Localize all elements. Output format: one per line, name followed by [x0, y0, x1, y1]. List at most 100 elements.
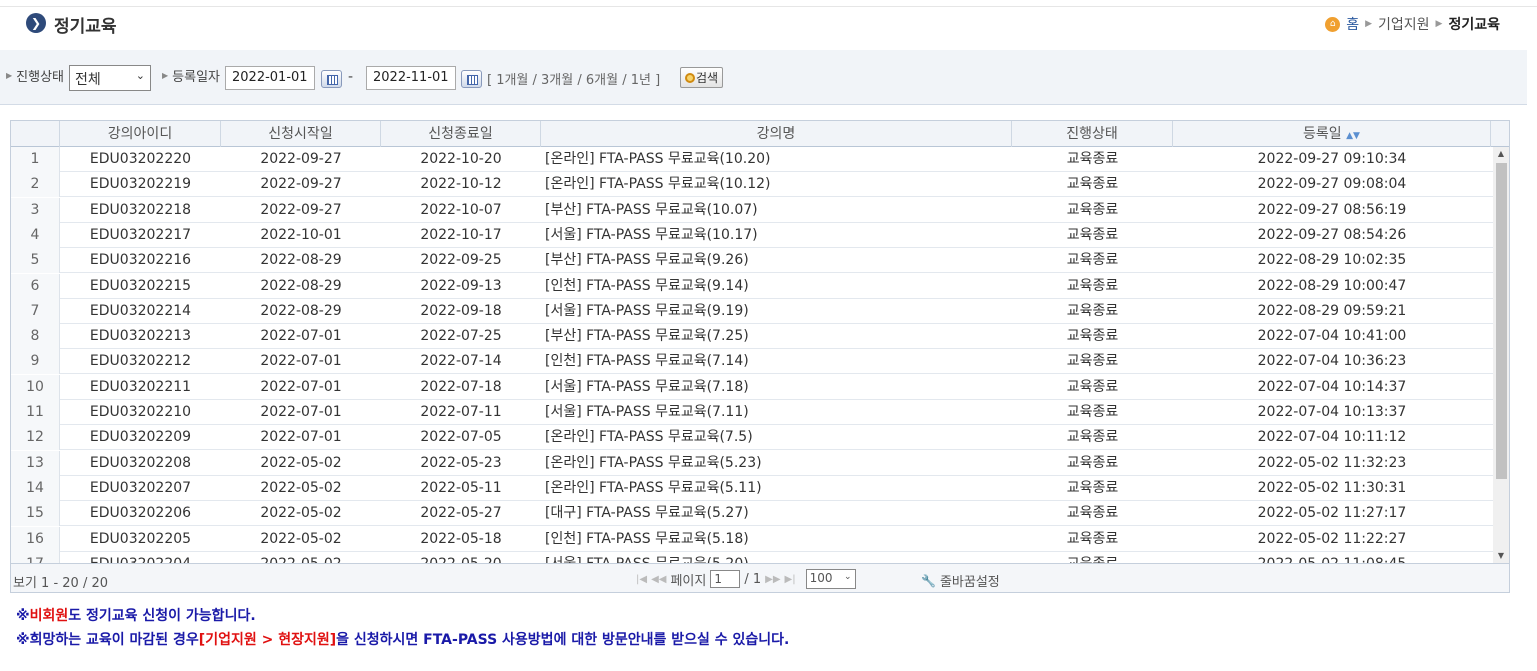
- row-number: 7: [11, 298, 60, 324]
- table-row[interactable]: 12 EDU03202209 2022-07-01 2022-07-05 [온라인] F…: [11, 425, 1493, 451]
- row-number: 4: [11, 222, 60, 248]
- first-page-icon[interactable]: |◀: [636, 574, 647, 585]
- header-course-id[interactable]: 강의아이디: [60, 121, 221, 147]
- header-course-name[interactable]: 강의명: [541, 121, 1012, 147]
- cell-reg-date: 2022-05-02 11:22:27: [1257, 530, 1407, 547]
- cell-course-name: [온라인] FTA-PASS 무료교육(7.5): [545, 429, 753, 446]
- cell-apply-start: 2022-05-02: [260, 454, 342, 471]
- page-total: / 1: [744, 571, 762, 587]
- calendar-icon[interactable]: [321, 70, 342, 88]
- table-row[interactable]: 6 EDU03202215 2022-08-29 2022-09-13 [인천] FTA…: [11, 273, 1493, 299]
- cell-course-name: [인천] FTA-PASS 무료교육(9.14): [545, 277, 749, 294]
- cell-reg-date: 2022-07-04 10:41:00: [1257, 328, 1407, 345]
- page-input[interactable]: 1: [710, 570, 741, 588]
- period-shortcuts[interactable]: [ 1개월 / 3개월 / 6개월 / 1년 ]: [487, 69, 660, 88]
- calendar-icon[interactable]: [461, 70, 482, 88]
- breadcrumb-separator-icon: ▶: [1365, 19, 1373, 29]
- chevron-down-icon: ⌄: [844, 572, 852, 582]
- next-page-icon[interactable]: ▶▶: [765, 574, 780, 585]
- cell-apply-start: 2022-05-02: [221, 552, 381, 563]
- cell-course-name: [서울] FTA-PASS 무료교육(7.11): [545, 404, 749, 420]
- header-apply-end[interactable]: 신청종료일: [381, 121, 541, 147]
- cell-apply-end: 2022-05-11: [420, 479, 502, 496]
- cell-reg-date: 2022-07-04 10:11:12: [1257, 429, 1407, 446]
- row-number: 17: [11, 551, 60, 563]
- table-row[interactable]: 4 EDU03202217 2022-10-01 2022-10-17 [서울] FTA…: [11, 222, 1493, 248]
- table-row[interactable]: 10 EDU03202211 2022-07-01 2022-07-18 [서울] FT…: [11, 374, 1493, 400]
- cell-apply-end: 2022-09-18: [420, 302, 502, 319]
- table-row[interactable]: 17EDU032022042022-05-022022-05-20[서울] FT…: [11, 551, 1493, 563]
- table-row[interactable]: 1 EDU03202220 2022-09-27 2022-10-20 [온라인] FT…: [11, 147, 1493, 172]
- row-number: 10: [11, 374, 60, 400]
- cell-apply-start: 2022-09-27: [260, 176, 342, 193]
- breadcrumb-current: 정기교육: [1448, 17, 1500, 33]
- cell-status: 교육종료: [1066, 176, 1119, 193]
- date-to-input[interactable]: 2022-11-01: [366, 66, 456, 90]
- cell-reg-date: 2022-08-29 09:59:21: [1257, 302, 1407, 319]
- scroll-down-icon[interactable]: ▼: [1493, 549, 1509, 563]
- header-status[interactable]: 진행상태: [1012, 121, 1173, 147]
- cell-apply-start: 2022-07-01: [260, 378, 342, 395]
- search-button[interactable]: 검색: [680, 67, 723, 88]
- page-size-select[interactable]: 100 ⌄: [805, 569, 856, 589]
- cell-course-id: EDU03202207: [89, 479, 192, 496]
- chevron-right-circle-icon: ❯: [26, 13, 46, 33]
- row-number: 8: [11, 324, 60, 350]
- wrap-setting-button[interactable]: 🔧 줄바꿈설정: [921, 571, 1000, 591]
- row-number: 15: [11, 501, 60, 527]
- cell-apply-start: 2022-05-02: [260, 479, 342, 496]
- table-row[interactable]: 15 EDU03202206 2022-05-02 2022-05-27 [대구] FT…: [11, 501, 1493, 527]
- cell-status: 교육종료: [1066, 530, 1119, 547]
- cell-status: 교육종료: [1066, 151, 1119, 167]
- table-row[interactable]: 5 EDU03202216 2022-08-29 2022-09-25 [부산] FTA…: [11, 248, 1493, 274]
- cell-course-id: EDU03202220: [89, 151, 192, 167]
- cell-course-id: EDU03202214: [89, 302, 192, 319]
- row-number: 5: [11, 248, 60, 274]
- last-page-icon[interactable]: ▶|: [785, 574, 796, 585]
- cell-course-id: EDU03202205: [89, 530, 192, 547]
- scroll-thumb[interactable]: [1496, 163, 1507, 479]
- date-range-dash: -: [348, 69, 354, 85]
- cell-apply-end: 2022-10-12: [420, 176, 502, 193]
- vertical-scrollbar[interactable]: ▲ ▼: [1493, 147, 1509, 563]
- cell-apply-end: 2022-05-20: [381, 552, 541, 563]
- table-row[interactable]: 14 EDU03202207 2022-05-02 2022-05-11 [온라인] F…: [11, 475, 1493, 501]
- cell-apply-end: 2022-09-13: [420, 277, 502, 294]
- cell-course-id: EDU03202208: [89, 454, 192, 471]
- notice-area: ※비회원도 정기교육 신청이 가능합니다. ※희망하는 교육이 마감된 경우[기…: [16, 606, 789, 654]
- cell-course-name: [서울] FTA-PASS 무료교육(10.17): [545, 226, 758, 243]
- cell-apply-end: 2022-10-20: [420, 151, 502, 167]
- cell-course-id: EDU03202206: [89, 505, 192, 522]
- table-row[interactable]: 11 EDU03202210 2022-07-01 2022-07-11 [서울] FT…: [11, 400, 1493, 425]
- table-row[interactable]: 13 EDU03202208 2022-05-02 2022-05-23 [온라인] F…: [11, 450, 1493, 476]
- table-row[interactable]: 7 EDU03202214 2022-08-29 2022-09-18 [서울] FTA…: [11, 298, 1493, 324]
- cell-course-name: [서울] FTA-PASS 무료교육(9.19): [545, 302, 749, 319]
- table-row[interactable]: 2 EDU03202219 2022-09-27 2022-10-12 [온라인] FT…: [11, 172, 1493, 198]
- prev-page-icon[interactable]: ◀◀: [651, 574, 666, 585]
- breadcrumb-level1-link[interactable]: 기업지원: [1378, 14, 1430, 34]
- table-row[interactable]: 8 EDU03202213 2022-07-01 2022-07-25 [부산] FTA…: [11, 324, 1493, 350]
- cell-course-id: EDU03202219: [89, 176, 192, 193]
- row-number: 6: [11, 273, 60, 299]
- cell-apply-start: 2022-07-01: [260, 328, 342, 345]
- cell-apply-end: 2022-07-25: [420, 328, 502, 345]
- cell-apply-end: 2022-09-25: [420, 252, 502, 269]
- grid-footer: 보기 1 - 20 / 20 |◀ ◀◀ 페이지 1 / 1 ▶▶ ▶| 100…: [11, 563, 1509, 592]
- table-row[interactable]: 9 EDU03202212 2022-07-01 2022-07-14 [인천] FTA…: [11, 349, 1493, 375]
- table-row[interactable]: 3 EDU03202218 2022-09-27 2022-10-07 [부산] FTA…: [11, 197, 1493, 223]
- header-reg-date[interactable]: 등록일 ▲▼: [1173, 121, 1491, 147]
- cell-apply-start: 2022-08-29: [260, 252, 342, 269]
- header-apply-start[interactable]: 신청시작일: [221, 121, 381, 147]
- row-number: 3: [11, 197, 60, 223]
- cell-status: 교육종료: [1066, 226, 1119, 243]
- scroll-up-icon[interactable]: ▲: [1493, 147, 1509, 161]
- breadcrumb-home-link[interactable]: 홈: [1346, 14, 1359, 34]
- date-from-input[interactable]: 2022-01-01: [225, 66, 315, 90]
- cell-reg-date: 2022-07-04 10:36:23: [1257, 353, 1407, 370]
- cell-reg-date: 2022-07-04 10:14:37: [1257, 378, 1407, 395]
- status-select[interactable]: 전체 ⌄: [69, 65, 151, 91]
- cell-course-name: [서울] FTA-PASS 무료교육(5.20): [541, 552, 1012, 563]
- table-row[interactable]: 16 EDU03202205 2022-05-02 2022-05-18 [인천] FT…: [11, 526, 1493, 552]
- cell-course-name: [인천] FTA-PASS 무료교육(7.14): [545, 353, 749, 370]
- cell-status: 교육종료: [1066, 353, 1119, 370]
